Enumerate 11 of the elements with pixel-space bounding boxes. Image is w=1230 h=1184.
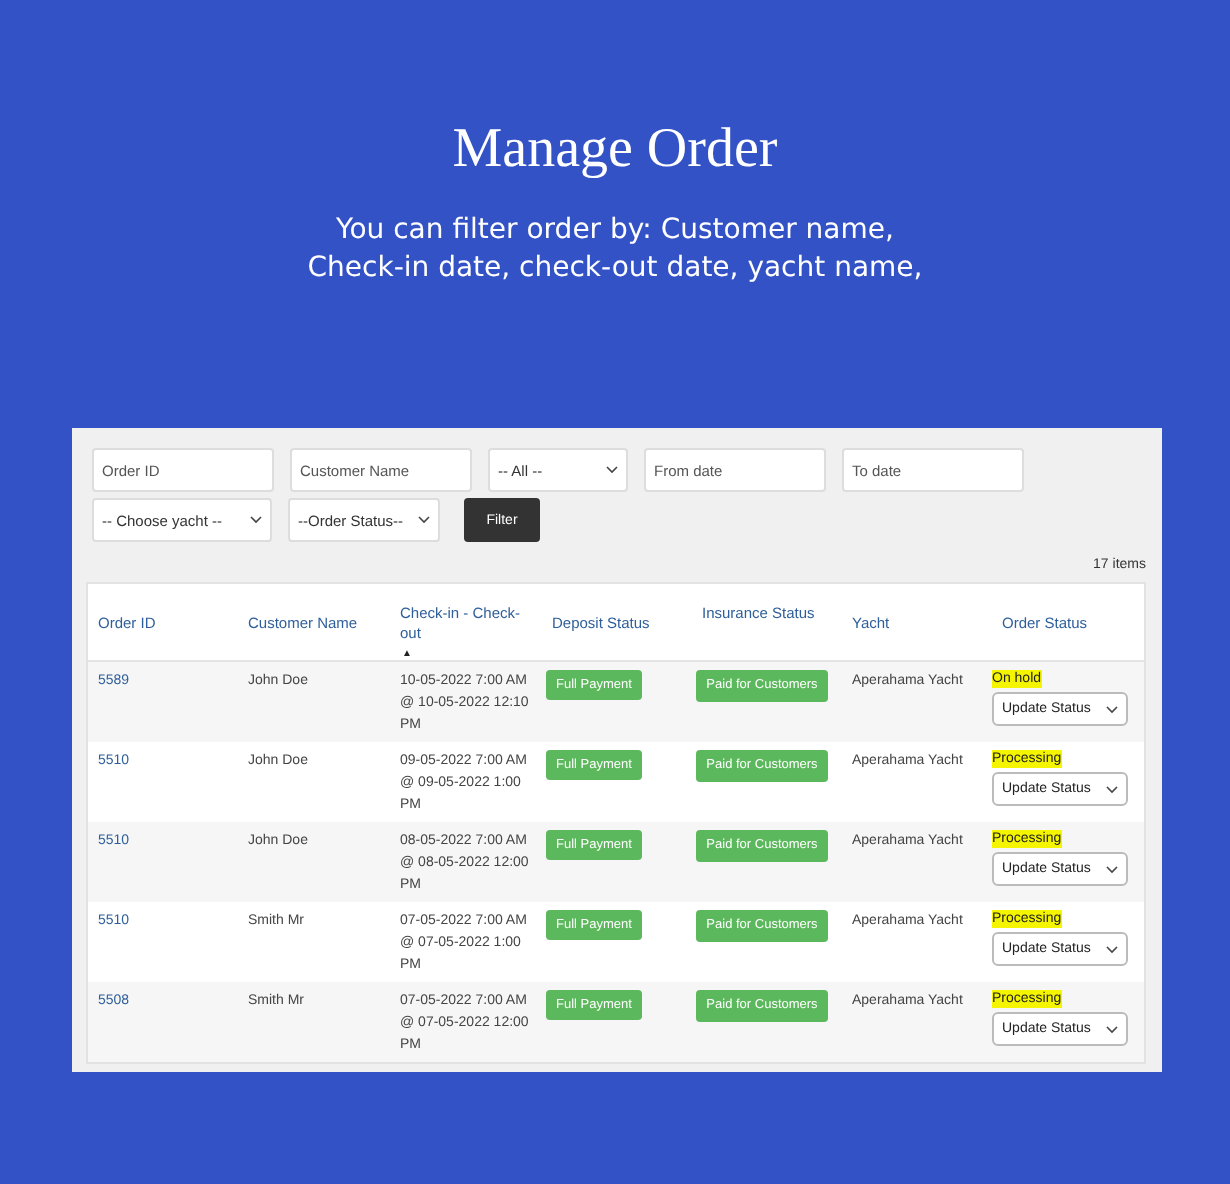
- chevron-down-icon: [1106, 945, 1118, 953]
- chevron-down-icon: [418, 516, 430, 524]
- chevron-down-icon: [1106, 1025, 1118, 1033]
- chevron-down-icon: [1106, 785, 1118, 793]
- subtitle: You can filter order by: Customer name,: [336, 212, 894, 250]
- page-title: Manage Order: [452, 116, 778, 184]
- chevron-down-icon: [606, 466, 618, 474]
- chevron-down-icon: [1106, 865, 1118, 873]
- chevron-down-icon: [1106, 705, 1118, 713]
- subtitle: Check-in date, check-out date, yacht name,: [307, 250, 923, 288]
- chevron-down-icon: [250, 516, 262, 524]
